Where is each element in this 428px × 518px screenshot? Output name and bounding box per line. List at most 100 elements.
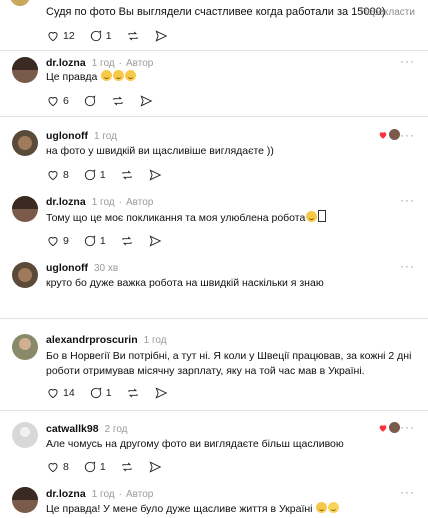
share-button[interactable] [154,29,168,43]
share-button[interactable] [148,168,162,182]
username[interactable]: catwallk98 [46,423,99,435]
action-bar: 8 1 [46,167,176,183]
share-icon [155,30,167,42]
repost-button[interactable] [120,168,134,182]
timestamp: 1 год [93,131,117,142]
reply-icon [84,461,96,473]
separator: · [118,58,122,69]
comment-text: Бо в Норвегії Ви потрібні, а тут ні. Я к… [46,350,412,377]
username[interactable]: dr.lozna [46,488,86,500]
heart-icon [48,237,58,247]
share-icon [149,461,162,473]
avatar[interactable] [12,334,38,360]
repost-button[interactable] [120,234,134,248]
reply-button[interactable]: 1 [83,234,106,248]
missing-glyph-icon [318,210,327,222]
heart-icon [48,463,58,473]
like-button[interactable]: 6 [46,94,69,108]
username[interactable]: dr.lozna [46,196,86,208]
comment-text: Це правда [46,70,137,85]
more-icon[interactable]: ··· [400,54,415,68]
avatar[interactable] [12,487,38,513]
like-button[interactable]: 8 [46,168,69,182]
like-button[interactable]: 9 [46,234,69,248]
divider [0,410,428,411]
avatar-partial [0,0,30,8]
share-button[interactable] [148,460,162,474]
comment-header: uglonoff 1 год [46,130,117,142]
heart-icon [379,131,387,139]
comment-text: Це правда! У мене було дуже щасливе житт… [46,502,340,517]
comment-header: catwallk98 2 год [46,423,128,435]
emoji-icon [316,502,328,513]
author-liked [378,129,400,140]
heart-icon [48,97,58,107]
reply-button[interactable]: 1 [89,386,112,400]
action-bar: 9 1 [46,233,176,249]
timestamp: 1 год [91,58,115,69]
avatar [389,422,400,433]
share-button[interactable] [139,94,153,108]
reply-button[interactable]: 1 [89,29,112,43]
reply-button[interactable] [83,94,97,108]
divider [0,50,428,51]
like-button[interactable]: 14 [46,386,75,400]
repost-button[interactable] [111,94,125,108]
like-button[interactable]: 12 [46,29,75,43]
timestamp: 30 хв [93,263,119,274]
username[interactable]: alexandrproscurin [46,334,138,346]
username[interactable]: uglonoff [46,130,88,142]
comment-header: alexandrproscurin 1 год [46,334,167,346]
action-bar: 14 1 [46,385,182,401]
reply-icon [90,30,102,42]
action-bar: 12 1 [46,28,182,44]
share-button[interactable] [148,234,162,248]
more-icon[interactable]: ··· [400,485,415,499]
repost-icon [122,462,132,472]
comment-text: Тому що це моє покликання та моя улюблен… [46,210,327,226]
comment-text: круто бо дуже важка робота на швидкій на… [46,277,324,289]
avatar[interactable] [12,57,38,83]
timestamp: 1 год [91,489,115,500]
comment-header: dr.lozna 1 год · Автор [46,488,153,500]
emoji-icon [113,70,125,81]
more-icon[interactable]: ··· [400,259,415,273]
repost-icon [127,388,138,398]
comment-header: dr.lozna 1 год · Автор [46,57,153,69]
heart-icon [48,32,58,42]
avatar[interactable] [12,262,38,288]
author-badge: Автор [125,489,154,500]
like-button[interactable]: 8 [46,460,69,474]
share-icon [140,95,153,107]
emoji-icon [125,70,137,81]
avatar[interactable] [12,196,38,222]
comment-header: uglonoff 30 хв [46,262,118,274]
share-button[interactable] [154,386,168,400]
more-icon[interactable]: ··· [400,128,415,142]
avatar[interactable] [12,130,38,156]
reply-button[interactable]: 1 [83,168,106,182]
share-icon [149,235,162,247]
username[interactable]: dr.lozna [46,57,86,69]
reply-icon [90,387,102,399]
avatar [389,129,400,140]
repost-button[interactable] [126,29,140,43]
repost-button[interactable] [126,386,140,400]
comment-text: Але чомусь на другому фото ви виглядаєте… [46,438,344,450]
reply-icon [84,95,96,107]
avatar[interactable] [12,422,38,448]
username[interactable]: uglonoff [46,262,88,274]
emoji-icon [328,502,340,513]
repost-icon [122,236,132,246]
action-bar: 8 1 [46,459,176,475]
reply-button[interactable]: 1 [83,460,106,474]
emoji-icon [101,70,113,81]
heart-icon [379,424,387,432]
divider [0,116,428,117]
timestamp: 2 год [104,424,128,435]
separator: · [118,197,122,208]
more-icon[interactable]: ··· [400,193,415,207]
repost-button[interactable] [120,460,134,474]
more-icon[interactable]: ··· [400,420,415,434]
translate-link[interactable]: Перекласти [360,7,415,18]
